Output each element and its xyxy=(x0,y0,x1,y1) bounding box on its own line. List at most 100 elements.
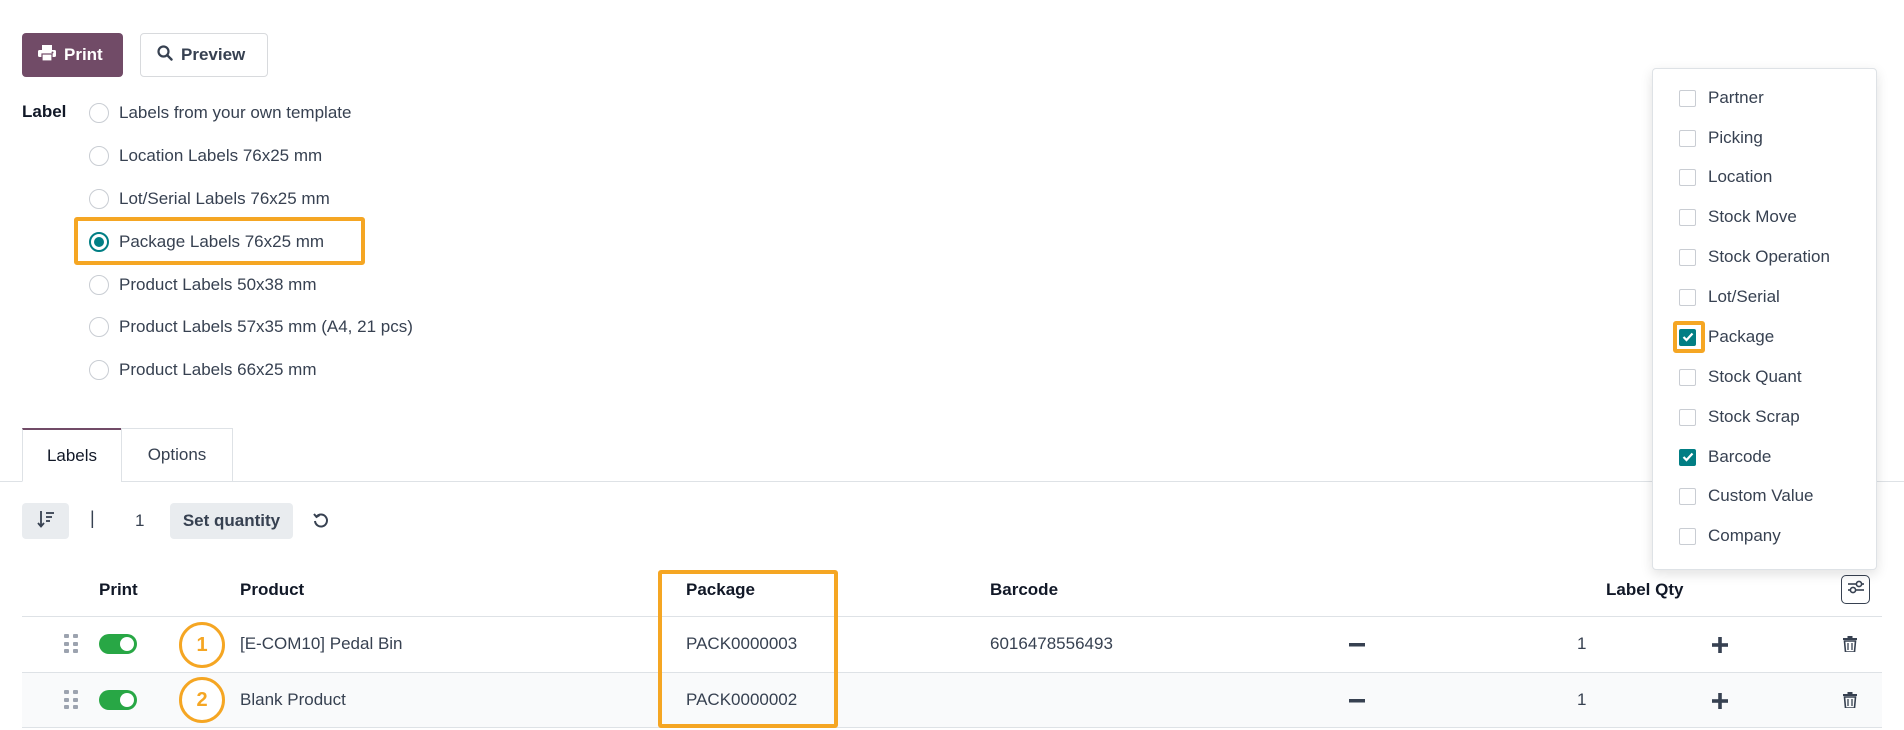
label-field-title: Label xyxy=(22,102,67,121)
set-quantity-button[interactable]: Set quantity xyxy=(170,503,293,539)
search-icon xyxy=(157,44,173,66)
product-cell[interactable]: Blank Product xyxy=(240,690,346,710)
preview-button[interactable]: Preview xyxy=(140,33,268,77)
check-icon xyxy=(1682,452,1693,462)
column-option-company[interactable]: Company xyxy=(1679,523,1781,549)
radio-button[interactable] xyxy=(89,146,109,166)
column-option-label: Location xyxy=(1708,167,1773,186)
column-option-label: Barcode xyxy=(1708,447,1772,466)
table-header-divider xyxy=(22,616,1882,617)
plus-icon[interactable] xyxy=(1710,691,1730,711)
checkbox[interactable] xyxy=(1679,487,1696,505)
reset-icon xyxy=(312,511,330,534)
print-toggle[interactable] xyxy=(99,634,137,654)
checkbox[interactable] xyxy=(1679,408,1696,426)
radio-option-product-labels-50x38[interactable]: Product Labels 50x38 mm xyxy=(89,272,317,298)
printer-icon xyxy=(38,44,56,66)
trash-icon[interactable] xyxy=(1840,634,1860,654)
radio-option-package-labels[interactable]: Package Labels 76x25 mm xyxy=(89,229,324,255)
print-button-label: Print xyxy=(64,45,103,64)
column-settings-icon xyxy=(1847,579,1865,600)
column-option-stock-quant[interactable]: Stock Quant xyxy=(1679,364,1802,390)
column-option-barcode[interactable]: Barcode xyxy=(1679,444,1771,470)
checkbox-checked[interactable] xyxy=(1679,328,1696,346)
minus-icon[interactable] xyxy=(1347,635,1367,655)
column-option-stock-scrap[interactable]: Stock Scrap xyxy=(1679,404,1800,430)
radio-option-own-template[interactable]: Labels from your own template xyxy=(89,100,351,126)
product-cell[interactable]: [E-COM10] Pedal Bin xyxy=(240,634,403,654)
radio-button[interactable] xyxy=(89,317,109,337)
tabs-divider xyxy=(0,481,1904,482)
column-option-partner[interactable]: Partner xyxy=(1679,85,1764,111)
reset-button[interactable] xyxy=(309,510,333,534)
checkbox[interactable] xyxy=(1679,288,1696,306)
column-option-label: Picking xyxy=(1708,128,1763,147)
drag-handle-icon[interactable] xyxy=(64,634,78,654)
tab-labels[interactable]: Labels xyxy=(22,428,122,482)
column-option-label: Partner xyxy=(1708,88,1764,107)
column-header-label-qty[interactable]: Label Qty xyxy=(1606,580,1683,600)
column-option-label: Stock Move xyxy=(1708,207,1797,226)
tab-label: Labels xyxy=(46,445,98,465)
row-marker: 1 xyxy=(179,622,225,668)
radio-button[interactable] xyxy=(89,103,109,123)
column-header-package[interactable]: Package xyxy=(686,580,755,600)
radio-button-selected[interactable] xyxy=(89,232,109,252)
column-header-product[interactable]: Product xyxy=(240,580,304,600)
preview-button-label: Preview xyxy=(181,45,246,64)
radio-label: Package Labels 76x25 mm xyxy=(119,232,325,251)
column-settings-button[interactable] xyxy=(1841,575,1870,604)
radio-label: Product Labels 50x38 mm xyxy=(119,275,317,294)
column-option-stock-move[interactable]: Stock Move xyxy=(1679,204,1797,230)
label-qty-cell[interactable]: 1 xyxy=(1577,690,1586,710)
radio-option-product-labels-57x35[interactable]: Product Labels 57x35 mm (A4, 21 pcs) xyxy=(89,314,413,340)
tab-options[interactable]: Options xyxy=(121,428,233,482)
checkbox[interactable] xyxy=(1679,168,1696,186)
checkbox[interactable] xyxy=(1679,89,1696,107)
plus-icon[interactable] xyxy=(1710,635,1730,655)
column-option-label: Lot/Serial xyxy=(1708,287,1780,306)
trash-icon[interactable] xyxy=(1840,690,1860,710)
column-header-print[interactable]: Print xyxy=(99,580,138,600)
radio-option-lot-serial-labels[interactable]: Lot/Serial Labels 76x25 mm xyxy=(89,186,330,212)
column-option-picking[interactable]: Picking xyxy=(1679,125,1763,151)
column-option-label: Stock Scrap xyxy=(1708,407,1800,426)
column-option-package[interactable]: Package xyxy=(1679,324,1774,350)
row-divider xyxy=(22,727,1882,728)
checkbox-checked[interactable] xyxy=(1679,448,1696,466)
radio-button[interactable] xyxy=(89,189,109,209)
radio-button[interactable] xyxy=(89,360,109,380)
checkbox[interactable] xyxy=(1679,129,1696,147)
checkbox[interactable] xyxy=(1679,248,1696,266)
tab-label: Options xyxy=(147,445,207,464)
barcode-cell[interactable]: 6016478556493 xyxy=(990,634,1113,654)
column-option-stock-operation[interactable]: Stock Operation xyxy=(1679,244,1830,270)
radio-label: Lot/Serial Labels 76x25 mm xyxy=(119,189,330,208)
radio-option-product-labels-66x25[interactable]: Product Labels 66x25 mm xyxy=(89,357,317,383)
print-toggle[interactable] xyxy=(99,690,137,710)
label-qty-cell[interactable]: 1 xyxy=(1577,634,1586,654)
checkbox[interactable] xyxy=(1679,208,1696,226)
radio-label: Product Labels 57x35 mm (A4, 21 pcs) xyxy=(119,317,413,336)
radio-button[interactable] xyxy=(89,275,109,295)
quantity-value[interactable]: 1 xyxy=(135,511,144,531)
radio-label: Location Labels 76x25 mm xyxy=(119,146,323,165)
toolbar-separator: | xyxy=(90,508,95,528)
radio-label: Labels from your own template xyxy=(119,103,352,122)
radio-label: Product Labels 66x25 mm xyxy=(119,360,317,379)
column-header-barcode[interactable]: Barcode xyxy=(990,580,1058,600)
minus-icon[interactable] xyxy=(1347,691,1367,711)
column-option-location[interactable]: Location xyxy=(1679,164,1772,190)
column-option-label: Stock Operation xyxy=(1708,247,1830,266)
checkbox[interactable] xyxy=(1679,527,1696,545)
sort-button[interactable] xyxy=(22,503,69,539)
column-option-label: Stock Quant xyxy=(1708,367,1802,386)
package-cell[interactable]: PACK0000002 xyxy=(686,690,797,710)
drag-handle-icon[interactable] xyxy=(64,690,78,710)
radio-option-location-labels[interactable]: Location Labels 76x25 mm xyxy=(89,143,322,169)
print-button[interactable]: Print xyxy=(22,33,123,77)
column-option-lot-serial[interactable]: Lot/Serial xyxy=(1679,284,1780,310)
checkbox[interactable] xyxy=(1679,368,1696,386)
package-cell[interactable]: PACK0000003 xyxy=(686,634,797,654)
column-option-custom-value[interactable]: Custom Value xyxy=(1679,483,1814,509)
